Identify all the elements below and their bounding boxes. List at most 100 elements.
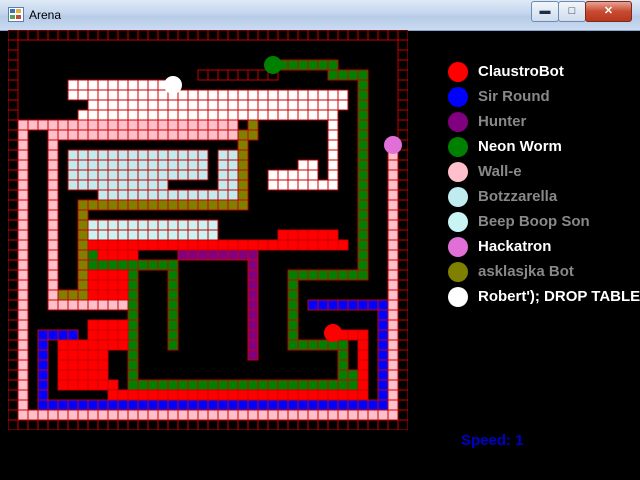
- claustrobot-trail: [247, 389, 259, 401]
- wall-e-trail: [17, 209, 29, 221]
- claustrobot-trail: [87, 319, 99, 331]
- wall-e-trail: [187, 409, 199, 421]
- wall-e-trail: [17, 189, 29, 201]
- wall-e-trail: [287, 409, 299, 421]
- arena-wall: [397, 119, 408, 131]
- arena-wall: [397, 189, 408, 201]
- player-color-dot: [448, 87, 468, 107]
- asklasjka-trail: [147, 199, 159, 211]
- wall-e-trail: [187, 119, 199, 131]
- hunter-trail: [237, 249, 249, 261]
- sir-round-trail: [57, 399, 69, 411]
- robert-trail: [207, 89, 219, 101]
- asklasjka-trail: [77, 249, 89, 261]
- arena-wall: [147, 30, 159, 41]
- robert-trail: [157, 99, 169, 111]
- arena-wall: [157, 419, 169, 430]
- neon-worm-trail: [87, 249, 99, 261]
- wall-e-trail: [127, 119, 139, 131]
- neon-worm-trail: [357, 239, 369, 251]
- beep-boop-son-trail: [137, 219, 149, 231]
- wall-e-trail: [387, 339, 399, 351]
- wall-e-trail: [27, 119, 39, 131]
- arena-wall: [397, 419, 408, 430]
- hunter-trail: [227, 249, 239, 261]
- sir-round-trail: [317, 399, 329, 411]
- wall-e-trail: [387, 399, 399, 411]
- neon-worm-trail: [327, 379, 339, 391]
- arena-wall: [8, 399, 19, 411]
- arena-wall: [8, 389, 19, 401]
- claustrobot-trail: [167, 239, 179, 251]
- robert-trail: [167, 99, 179, 111]
- neon-worm-trail: [357, 109, 369, 121]
- claustrobot-trail: [287, 389, 299, 401]
- arena-wall: [17, 419, 29, 430]
- neon-worm-trail: [157, 379, 169, 391]
- wall-e-trail: [97, 299, 109, 311]
- arena-wall: [237, 30, 249, 41]
- close-button[interactable]: ✕: [585, 1, 632, 22]
- claustrobot-trail: [317, 239, 329, 251]
- legend-item: Robert'); DROP TABLE: [448, 285, 640, 310]
- maximize-button[interactable]: □: [558, 1, 586, 22]
- claustrobot-trail: [77, 369, 89, 381]
- arena-wall: [397, 199, 408, 211]
- wall-e-trail: [197, 119, 209, 131]
- wall-e-trail: [17, 299, 29, 311]
- claustrobot-trail: [107, 289, 119, 301]
- robert-head: [164, 76, 182, 94]
- botzzarella-trail: [87, 179, 99, 191]
- neon-worm-trail: [127, 299, 139, 311]
- asklasjka-trail: [117, 199, 129, 211]
- neon-worm-trail: [127, 269, 139, 281]
- botzzarella-trail: [227, 149, 239, 161]
- neon-worm-trail: [287, 319, 299, 331]
- wall-e-trail: [317, 409, 329, 421]
- botzzarella-trail: [197, 169, 209, 181]
- hunter-trail: [247, 319, 259, 331]
- claustrobot-trail: [67, 349, 79, 361]
- neon-worm-trail: [137, 259, 149, 271]
- neon-worm-trail: [297, 59, 309, 71]
- robert-trail: [267, 109, 279, 121]
- wall-e-trail: [37, 119, 49, 131]
- neon-worm-trail: [127, 319, 139, 331]
- hunter-trail: [247, 269, 259, 281]
- claustrobot-trail: [57, 369, 69, 381]
- claustrobot-trail: [67, 379, 79, 391]
- arena-wall: [397, 89, 408, 101]
- neon-worm-trail: [167, 269, 179, 281]
- wall-e-trail: [17, 289, 29, 301]
- arena-wall: [77, 30, 89, 41]
- neon-worm-trail: [337, 369, 349, 381]
- arena-wall: [367, 419, 379, 430]
- beep-boop-son-trail: [137, 229, 149, 241]
- arena-wall: [227, 419, 239, 430]
- arena-wall: [8, 119, 19, 131]
- arena-wall: [8, 189, 19, 201]
- claustrobot-trail: [357, 379, 369, 391]
- neon-worm-trail: [327, 59, 339, 71]
- robert-trail: [317, 99, 329, 111]
- arena-board[interactable]: [8, 30, 408, 430]
- claustrobot-trail: [97, 379, 109, 391]
- botzzarella-trail: [147, 149, 159, 161]
- claustrobot-trail: [227, 239, 239, 251]
- botzzarella-trail: [147, 189, 159, 201]
- minimize-button[interactable]: ▬: [531, 1, 559, 22]
- arena-wall: [207, 69, 219, 81]
- wall-e-trail: [387, 349, 399, 361]
- arena-wall: [127, 419, 139, 430]
- wall-e-trail: [377, 409, 389, 421]
- sir-round-trail: [377, 339, 389, 351]
- neon-worm-trail: [337, 339, 349, 351]
- robert-trail: [307, 179, 319, 191]
- asklasjka-trail: [217, 199, 229, 211]
- claustrobot-trail: [107, 379, 119, 391]
- arena-wall: [67, 30, 79, 41]
- sir-round-trail: [377, 349, 389, 361]
- robert-trail: [297, 159, 309, 171]
- robert-trail: [197, 109, 209, 121]
- botzzarella-trail: [137, 159, 149, 171]
